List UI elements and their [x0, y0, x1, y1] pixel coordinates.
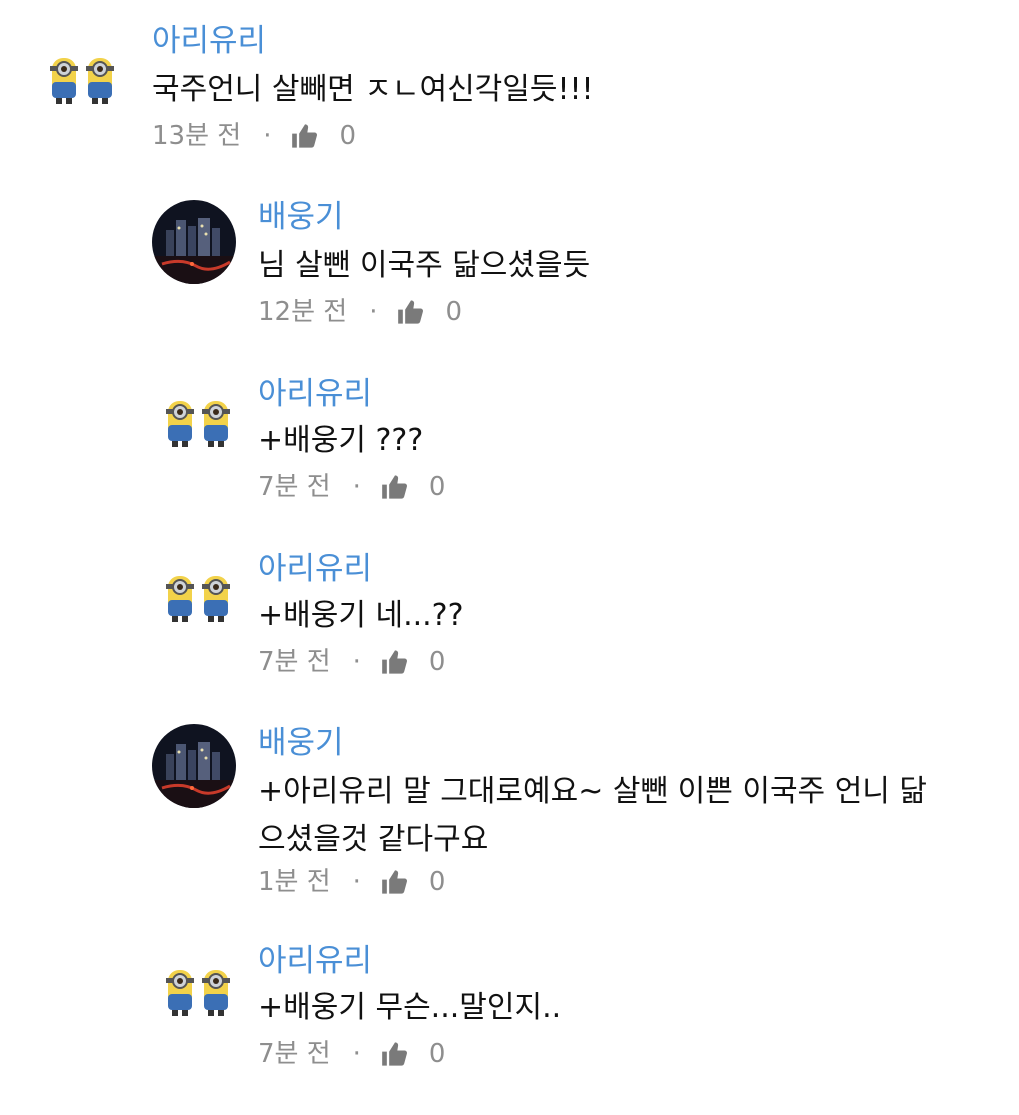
- avatar[interactable]: [160, 568, 240, 628]
- thumbs-up-icon[interactable]: [381, 648, 409, 676]
- minion-avatar-icon: [166, 970, 230, 1016]
- reply-comment: 아리유리 +배웅기 무슨...말인지.. 7분 전 · 0: [0, 932, 1019, 1092]
- comment-meta: 7분 전 · 0: [258, 1040, 445, 1068]
- comment-meta: 12분 전 · 0: [258, 298, 462, 326]
- comment-time: 7분 전: [258, 1039, 331, 1069]
- comment-text: +배웅기 네...??: [258, 598, 464, 633]
- like-count: 0: [428, 472, 446, 502]
- night-city-avatar-icon: [152, 724, 236, 808]
- avatar[interactable]: [152, 200, 236, 284]
- comment-author[interactable]: 배웅기: [258, 728, 344, 759]
- thumbs-up-icon[interactable]: [381, 473, 409, 501]
- comment-meta: 13분 전 · 0: [152, 122, 356, 150]
- comment-text: 님 살뺀 이국주 닮으셨을듯: [258, 248, 591, 283]
- avatar[interactable]: [160, 962, 240, 1022]
- comment-author[interactable]: 배웅기: [258, 202, 344, 233]
- minion-avatar-icon: [166, 576, 230, 622]
- comment-author[interactable]: 아리유리: [152, 26, 266, 57]
- comment-meta: 7분 전 · 0: [258, 648, 445, 676]
- like-count: 0: [428, 647, 446, 677]
- reply-comment: 배웅기 +아리유리 말 그대로예요~ 살뺀 이쁜 이국주 언니 닮 으셨을것 같…: [0, 712, 1019, 917]
- thumbs-up-icon[interactable]: [397, 298, 425, 326]
- like-count: 0: [428, 867, 446, 897]
- avatar[interactable]: [160, 393, 240, 453]
- comment-author[interactable]: 아리유리: [258, 554, 372, 585]
- thumbs-up-icon[interactable]: [381, 868, 409, 896]
- comment: 아리유리 국주언니 살빼면 ㅈㄴ여신각일듯!!! 13분 전 · 0: [0, 0, 1019, 170]
- comment-time: 1분 전: [258, 867, 331, 897]
- separator-dot: ·: [352, 647, 361, 677]
- thumbs-up-icon[interactable]: [291, 122, 319, 150]
- comment-meta: 1분 전 · 0: [258, 868, 445, 896]
- reply-comment: 아리유리 +배웅기 네...?? 7분 전 · 0: [0, 540, 1019, 700]
- reply-comment: 아리유리 +배웅기 ??? 7분 전 · 0: [0, 365, 1019, 525]
- like-count: 0: [428, 1039, 446, 1069]
- comment-text: 국주언니 살빼면 ㅈㄴ여신각일듯!!!: [152, 72, 594, 107]
- comment-author[interactable]: 아리유리: [258, 946, 372, 977]
- like-count: 0: [445, 297, 463, 327]
- comment-time: 13분 전: [152, 121, 242, 151]
- like-count: 0: [339, 121, 357, 151]
- comment-time: 7분 전: [258, 472, 331, 502]
- separator-dot: ·: [263, 121, 272, 151]
- reply-comment: 배웅기 님 살뺀 이국주 닮으셨을듯 12분 전 · 0: [0, 190, 1019, 350]
- separator-dot: ·: [369, 297, 378, 327]
- comment-meta: 7분 전 · 0: [258, 473, 445, 501]
- avatar[interactable]: [152, 724, 236, 808]
- separator-dot: ·: [352, 472, 361, 502]
- comment-time: 12분 전: [258, 297, 348, 327]
- separator-dot: ·: [352, 1039, 361, 1069]
- comment-text: +아리유리 말 그대로예요~ 살뺀 이쁜 이국주 언니 닮 으셨을것 같다구요: [258, 774, 928, 857]
- night-city-avatar-icon: [152, 200, 236, 284]
- comment-text: +배웅기 무슨...말인지..: [258, 990, 562, 1025]
- avatar[interactable]: [44, 50, 124, 110]
- minion-avatar-icon: [166, 401, 230, 447]
- comment-text: +배웅기 ???: [258, 423, 424, 458]
- separator-dot: ·: [352, 867, 361, 897]
- minion-avatar-icon: [50, 58, 114, 104]
- thumbs-up-icon[interactable]: [381, 1040, 409, 1068]
- comment-author[interactable]: 아리유리: [258, 379, 372, 410]
- comment-time: 7분 전: [258, 647, 331, 677]
